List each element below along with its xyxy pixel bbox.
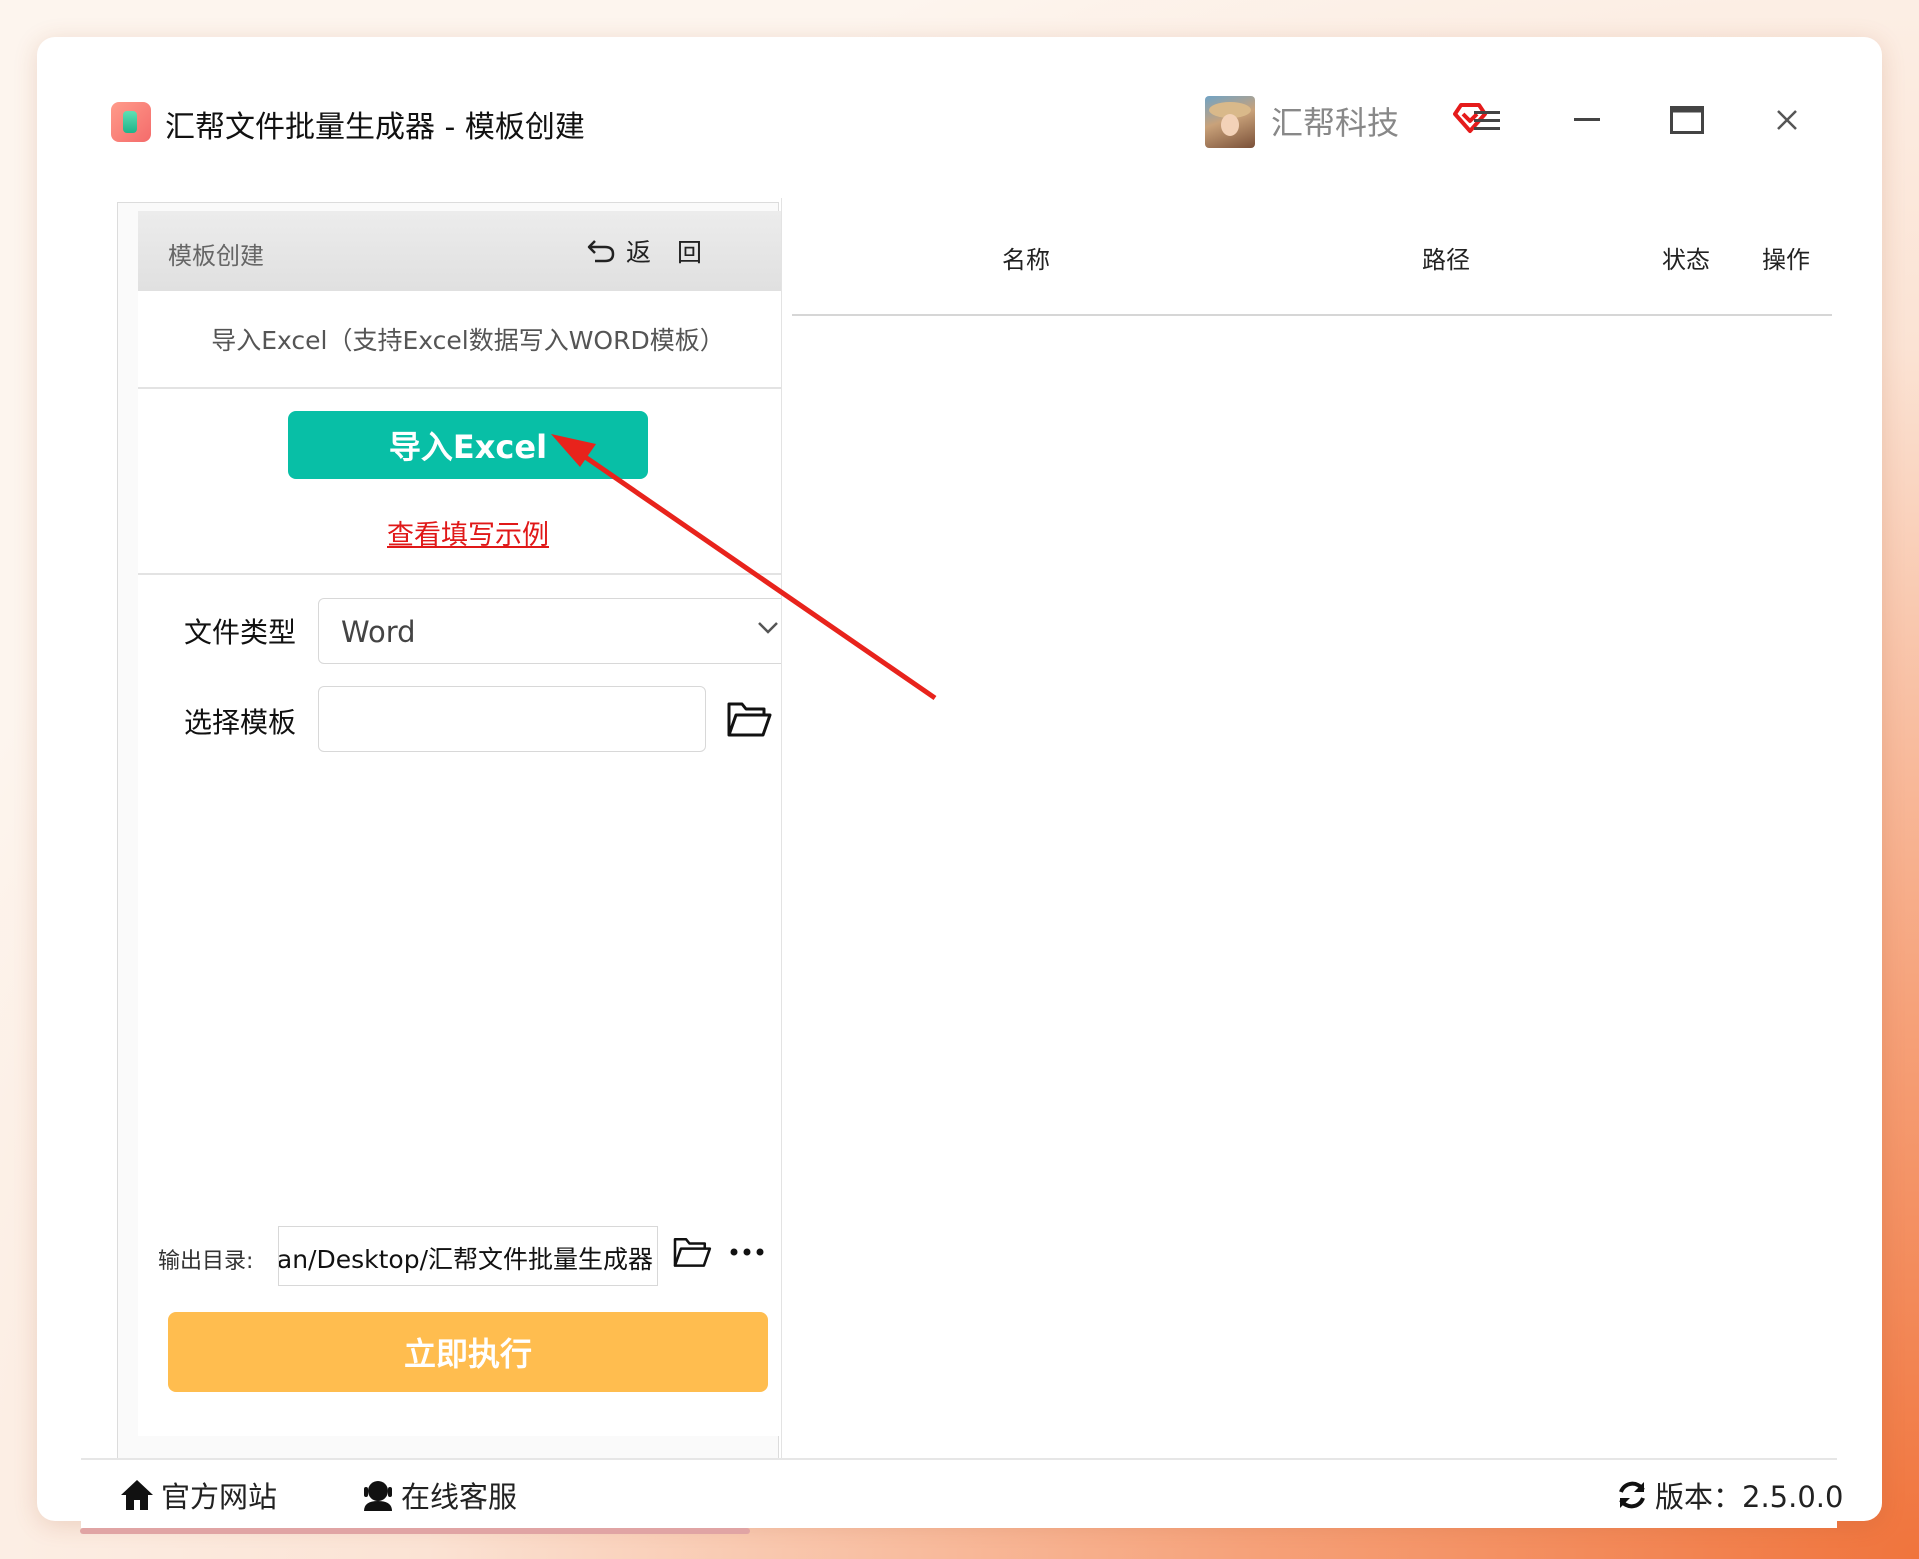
panel-title: 模板创建 [168,242,264,270]
column-header-action: 操作 [1762,246,1810,274]
panel-header: 模板创建 返回 [138,211,798,291]
status-footer: 官方网站 在线客服 版本：2.5.0.0 [81,1458,1843,1528]
column-header-status: 状态 [1662,246,1710,274]
window-title: 汇帮文件批量生成器 - 模板创建 [165,110,585,145]
user-headset-icon [364,1481,392,1511]
folder-open-icon[interactable] [672,1235,712,1269]
app-logo-icon [111,102,151,142]
view-example-link[interactable]: 查看填写示例 [138,513,798,552]
menu-button[interactable] [1457,92,1517,148]
output-dir-input[interactable]: uan/Desktop/汇帮文件批量生成器 [278,1226,658,1286]
app-content: 汇帮文件批量生成器 - 模板创建 汇帮科技 模板创建 返回 导入Excel（支持… [81,78,1843,1528]
table-header-divider [792,314,1832,316]
close-icon [1777,110,1797,130]
undo-arrow-icon [587,240,615,263]
column-header-path: 路径 [1422,246,1470,274]
app-window: 汇帮文件批量生成器 - 模板创建 汇帮科技 模板创建 返回 导入Excel（支持… [37,37,1882,1528]
maximize-icon [1670,106,1704,134]
minimize-button[interactable] [1557,92,1617,148]
file-list-panel: 名称 路径 状态 操作 [781,198,1838,1458]
run-now-button[interactable]: 立即执行 [168,1312,768,1392]
file-type-label: 文件类型 [184,616,297,649]
menu-icon [1474,111,1500,130]
column-header-name: 名称 [1002,246,1050,274]
back-label: 返回 [626,238,729,267]
user-avatar[interactable] [1205,96,1255,148]
template-form: 模板创建 返回 导入Excel（支持Excel数据写入WORD模板） 导入Exc… [138,211,798,1436]
left-panel: 模板创建 返回 导入Excel（支持Excel数据写入WORD模板） 导入Exc… [117,202,798,1460]
divider [138,573,798,575]
official-website-label: 官方网站 [161,1480,278,1514]
scroll-indicator [80,1528,750,1534]
template-path-input[interactable] [318,686,706,752]
divider [138,387,798,389]
output-dir-label: 输出目录: [158,1249,254,1274]
more-dots-icon[interactable] [728,1237,768,1267]
folder-open-icon[interactable] [726,699,772,739]
home-icon [121,1480,153,1510]
close-button[interactable] [1757,92,1817,148]
output-dir-value: uan/Desktop/汇帮文件批量生成器 [278,1245,653,1274]
online-support-label: 在线客服 [401,1480,518,1514]
chevron-down-icon [758,622,778,634]
template-label: 选择模板 [184,706,297,739]
maximize-button[interactable] [1657,92,1717,148]
company-name[interactable]: 汇帮科技 [1271,98,1399,144]
official-website-link[interactable]: 官方网站 [119,1474,277,1516]
back-button[interactable]: 返回 [586,231,728,271]
version-info[interactable]: 版本：2.5.0.0 [1615,1474,1843,1516]
import-hint: 导入Excel（支持Excel数据写入WORD模板） [211,326,725,355]
file-type-select[interactable]: Word [318,598,796,664]
import-excel-button[interactable]: 导入Excel [288,411,648,479]
title-bar: 汇帮文件批量生成器 - 模板创建 汇帮科技 [81,78,1837,162]
online-support-link[interactable]: 在线客服 [361,1474,517,1516]
minimize-icon [1574,118,1600,121]
refresh-icon [1619,1481,1645,1509]
version-label: 版本：2.5.0.0 [1655,1480,1844,1514]
file-type-value: Word [341,615,416,649]
